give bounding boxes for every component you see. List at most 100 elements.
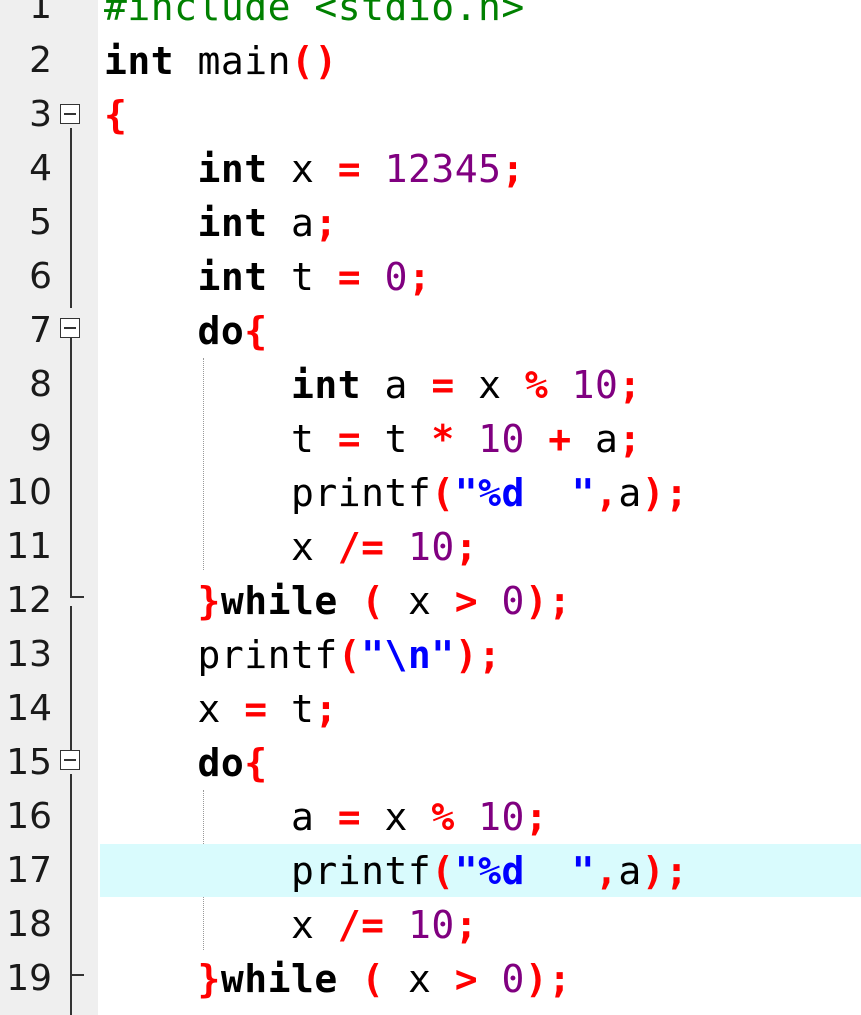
code-token: () — [291, 39, 338, 83]
code-token: = — [431, 363, 455, 407]
code-token: t — [267, 687, 315, 731]
code-token: ( — [361, 957, 385, 1001]
code-token: "\n" — [361, 633, 455, 677]
code-line[interactable]: 7 do{ — [0, 304, 861, 358]
line-number: 4 — [29, 148, 52, 189]
code-token: ( — [431, 471, 455, 515]
code-token: = — [337, 417, 362, 461]
code-token: % — [524, 363, 549, 407]
code-text: { — [104, 88, 127, 142]
code-line[interactable]: 13 printf("\n"); — [0, 628, 861, 682]
code-text: do{ — [104, 736, 268, 790]
code-text: do{ — [104, 304, 268, 358]
code-editor[interactable]: 1 #include <stdio.h> 2 int main() 3{4 int x … — [0, 0, 861, 1015]
code-line[interactable]: 8 int a = x % 10; — [0, 358, 861, 412]
code-line[interactable]: 16 a = x % 10; — [0, 790, 861, 844]
line-number: 3 — [29, 94, 52, 135]
code-line[interactable]: 10 printf("%d ",a); — [0, 466, 861, 520]
code-token: x — [384, 957, 455, 1001]
code-token: x — [104, 903, 338, 947]
code-token: ( — [337, 633, 362, 677]
code-token: main — [174, 39, 292, 83]
code-token: ( — [431, 849, 455, 893]
line-number: 16 — [6, 796, 52, 837]
code-line[interactable]: 6 int t = 0; — [0, 250, 861, 304]
code-text: }while ( x > 0); — [104, 952, 572, 1006]
code-line[interactable]: 1 #include <stdio.h> — [0, 0, 861, 34]
code-text: #include <stdio.h> — [104, 0, 525, 34]
code-token: printf — [104, 633, 338, 677]
code-token: ; — [524, 795, 549, 839]
code-text: t = t * 10 + a; — [104, 412, 642, 466]
code-token: > — [454, 579, 479, 623]
code-text: x = t; — [104, 682, 338, 736]
code-token: int — [197, 201, 268, 245]
line-number: 19 — [6, 958, 52, 999]
code-token: x — [454, 363, 525, 407]
code-token: 10 — [407, 903, 455, 947]
code-token: printf — [104, 849, 432, 893]
code-line[interactable]: 4 int x = 12345; — [0, 142, 861, 196]
code-token: + — [548, 417, 572, 461]
code-text: x /= 10; — [104, 520, 478, 574]
code-token: x — [361, 795, 432, 839]
line-number: 6 — [29, 256, 52, 297]
code-token: t — [361, 417, 432, 461]
code-token: * — [431, 417, 455, 461]
code-line[interactable]: 3{ — [0, 88, 861, 142]
code-token: "%d " — [454, 471, 595, 515]
code-token: ; — [618, 417, 642, 461]
code-token: a — [571, 417, 619, 461]
code-line[interactable]: 5 int a; — [0, 196, 861, 250]
line-number: 7 — [29, 310, 52, 351]
code-line[interactable]: 15 do{ — [0, 736, 861, 790]
code-token: , — [594, 849, 619, 893]
code-line[interactable]: 19 }while ( x > 0); — [0, 952, 861, 1006]
code-token: ; — [314, 201, 338, 245]
code-token: x — [104, 687, 245, 731]
line-number: 8 — [29, 364, 52, 405]
code-token: while — [220, 957, 338, 1001]
code-text: x /= 10; — [104, 898, 478, 952]
code-token: ); — [641, 471, 689, 515]
code-text: int x = 12345; — [104, 142, 525, 196]
code-token: printf — [104, 471, 432, 515]
code-line[interactable]: 17 printf("%d ",a); — [0, 844, 861, 898]
code-line[interactable]: 9 t = t * 10 + a; — [0, 412, 861, 466]
code-token: a — [267, 201, 315, 245]
code-token: ); — [524, 579, 572, 623]
line-number: 10 — [6, 472, 52, 513]
code-line[interactable]: 12 }while ( x > 0); — [0, 574, 861, 628]
code-text: int a; — [104, 196, 338, 250]
code-token: x — [104, 525, 338, 569]
line-number: 14 — [6, 688, 52, 729]
code-token: a — [618, 471, 642, 515]
code-line[interactable]: 14 x = t; — [0, 682, 861, 736]
code-text: }while ( x > 0); — [104, 574, 572, 628]
code-token: 10 — [478, 417, 525, 461]
code-token: do — [197, 741, 245, 785]
code-token: int — [291, 363, 362, 407]
code-token: /= — [337, 525, 385, 569]
code-line[interactable]: 2 int main() — [0, 34, 861, 88]
code-line[interactable]: 18 x /= 10; — [0, 898, 861, 952]
code-token: 10 — [478, 795, 525, 839]
code-token: { — [244, 309, 268, 353]
code-token: = — [337, 255, 362, 299]
code-token: ); — [641, 849, 689, 893]
line-number: 12 — [6, 580, 52, 621]
line-number: 15 — [6, 742, 52, 783]
code-token: { — [104, 93, 128, 137]
code-line[interactable]: 11 x /= 10; — [0, 520, 861, 574]
code-token: ); — [524, 957, 572, 1001]
line-number: 1 — [29, 0, 52, 27]
